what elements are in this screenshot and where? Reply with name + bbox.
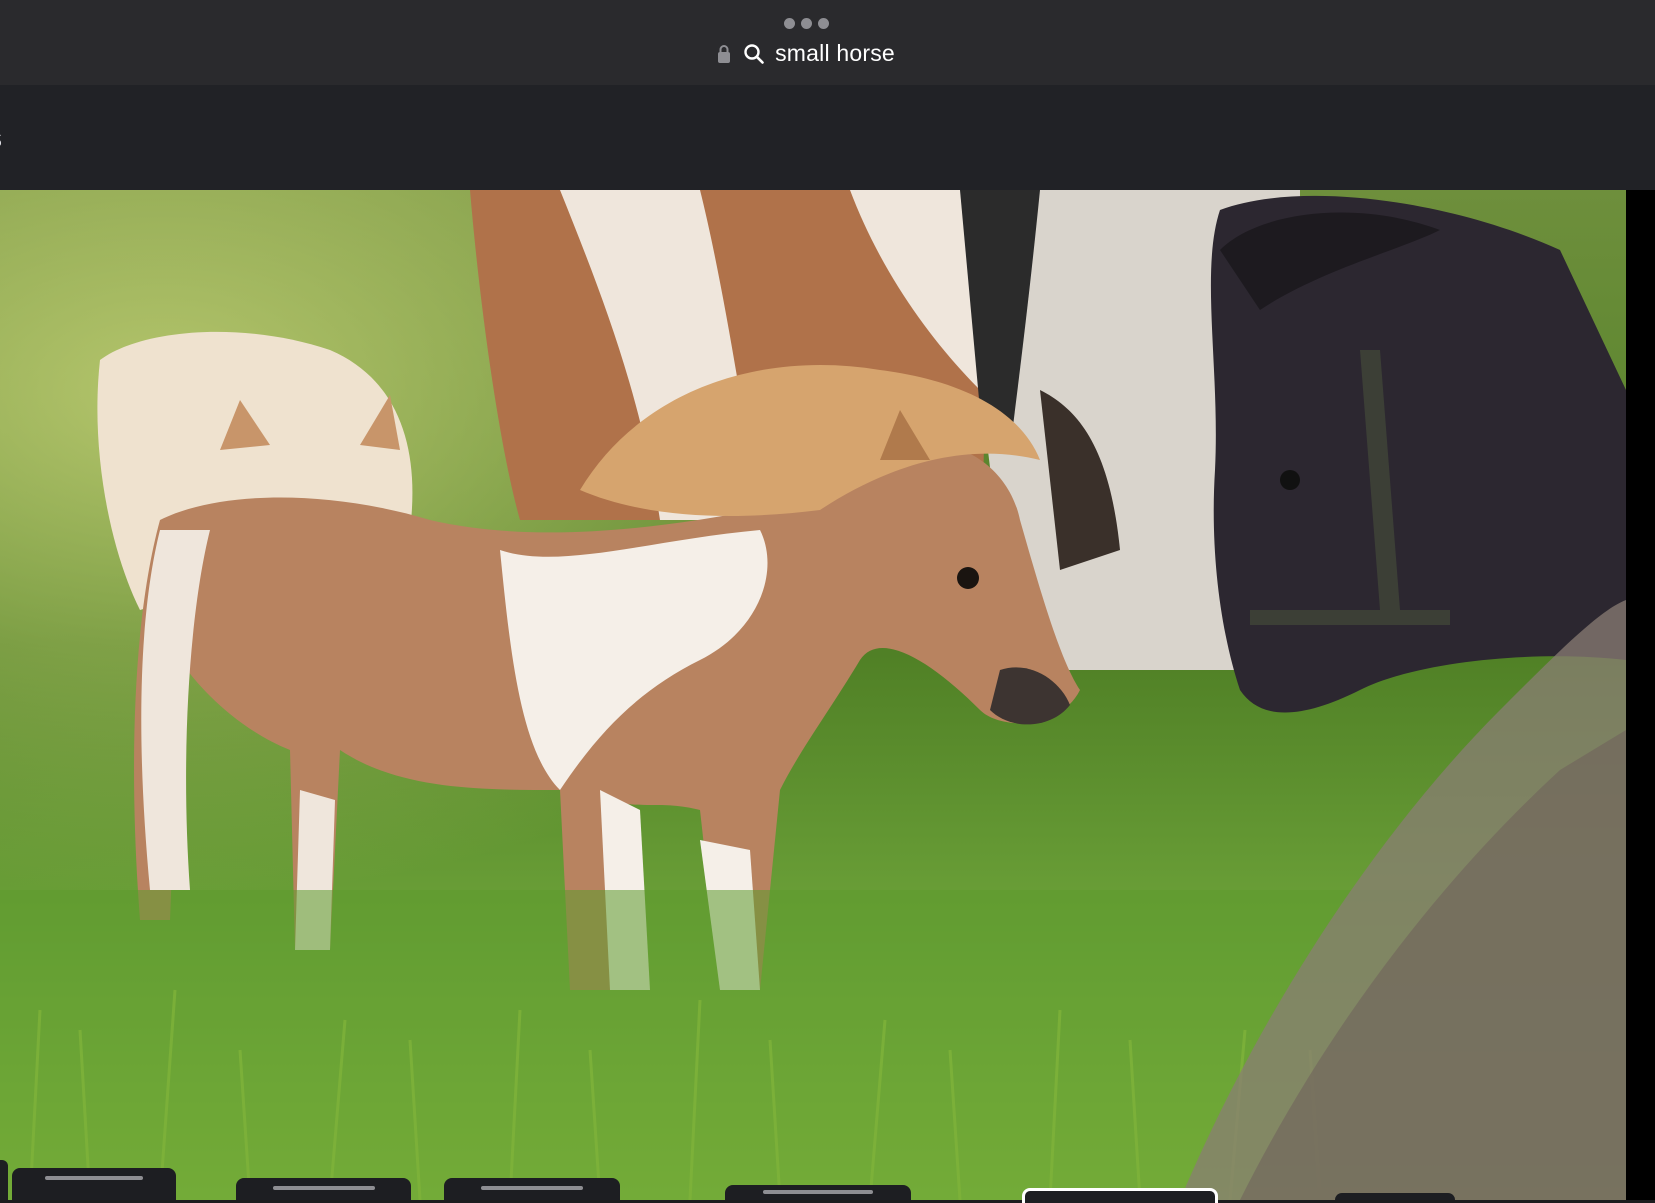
page-header-bar [0,85,1655,190]
thumbnail-strip [0,1160,1655,1203]
more-dots-icon[interactable] [784,18,829,29]
search-icon [744,43,764,64]
thumbnail-item[interactable] [236,1178,411,1200]
address-bar[interactable]: small horse [0,40,1655,67]
thumbnail-item[interactable] [1335,1193,1455,1200]
thumbnail-item[interactable] [0,1160,8,1200]
main-photo[interactable] [0,190,1626,1200]
thumbnail-item-selected[interactable] [1022,1188,1218,1203]
header-partial-label: s [0,122,2,154]
thumbnail-item[interactable] [725,1185,911,1200]
thumbnail-item[interactable] [444,1178,620,1200]
viewer-edge [1626,190,1655,1200]
browser-top-bar: small horse [0,0,1655,85]
search-query-text: small horse [775,40,895,66]
lock-icon [718,44,731,63]
thumbnail-item[interactable] [12,1168,176,1200]
